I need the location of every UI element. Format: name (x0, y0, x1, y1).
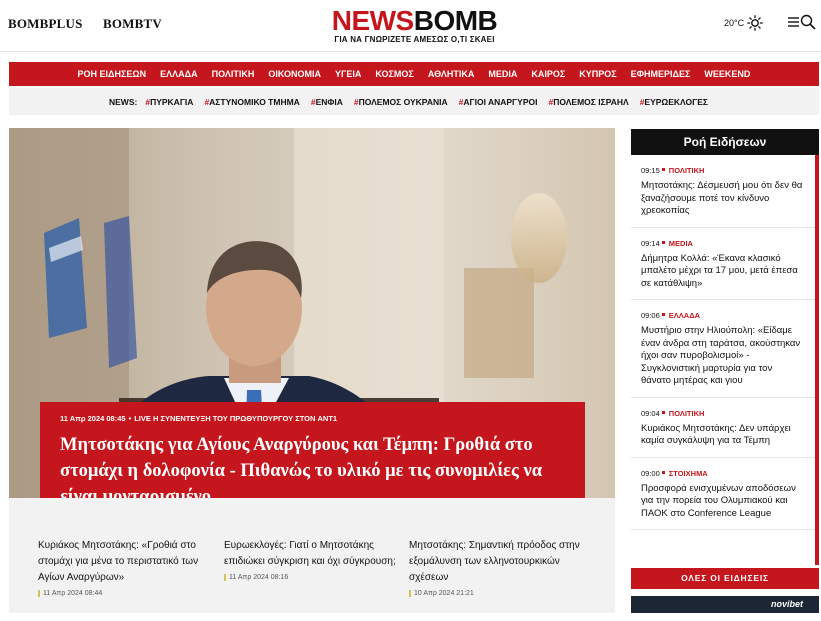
tag-link[interactable]: #ΕΥΡΩΕΚΛΟΓΕΣ (640, 97, 708, 107)
feed-time: 09:14 (641, 238, 660, 248)
logo-bomb: BOMB (413, 5, 498, 36)
logo-news: NEWS (331, 5, 415, 36)
sub-article-title[interactable]: Ευρωεκλογές: Γιατί ο Μητσοτάκης επιδιώκε… (224, 538, 399, 570)
feed-title[interactable]: Μυστήριο στην Ηλιούπολη: «Είδαμε έναν άν… (641, 325, 803, 388)
weather-widget[interactable]: 20°C (724, 15, 763, 31)
sub-article-date: 11 Απρ 2024 08:16 (224, 574, 399, 581)
news-feed-list[interactable]: 09:15 ΠΟΛΙΤΙΚΗ Μητσοτάκης: Δέσμευσή μου ό… (631, 155, 819, 565)
hamburger-icon[interactable] (788, 15, 800, 29)
feed-title[interactable]: Κυριάκος Μητσοτάκης: Δεν υπάρχει καμία σ… (641, 423, 803, 448)
feed-category[interactable]: ΠΟΛΙΤΙΚΗ (669, 409, 705, 418)
feed-time: 09:06 (641, 311, 660, 320)
tag-link[interactable]: #ΑΣΤΥΝΟΜΙΚΟ ΤΜΗΜΑ (204, 97, 299, 107)
tag-link[interactable]: #ΕΝΦΙΑ (311, 97, 343, 107)
feed-title[interactable]: Δήμητρα Κολλά: «Έκανα κλασικό μπαλέτο μέ… (641, 253, 803, 291)
tag-link[interactable]: #ΠΟΛΕΜΟΣ ΙΣΡΑΗΛ (548, 97, 628, 107)
hero-date: 11 Απρ 2024 08:45 (60, 414, 126, 423)
all-news-button[interactable]: ΟΛΕΣ ΟΙ ΕΙΔΗΣΕΙΣ (631, 568, 819, 589)
sub-article-title[interactable]: Κυριάκος Μητσοτάκης: «Γροθιά στο στομάχι… (38, 538, 213, 586)
site-tagline: ΓΙΑ ΝΑ ΓΝΩΡΙΖΕΤΕ ΑΜΕΣΩΣ Ο,ΤΙ ΣΚΑΕΙ (334, 35, 495, 44)
feed-category[interactable]: ΠΟΛΙΤΙΚΗ (669, 166, 705, 175)
ad-banner[interactable]: novibet (631, 596, 819, 613)
feed-title[interactable]: Μητσοτάκης: Δέσμευσή μου ότι δεν θα ξανα… (641, 180, 803, 218)
hero-meta: 11 Απρ 2024 08:45 • LIVE Η ΣΥΝΕΝΤΕΥΞΗ ΤΟΥ … (60, 414, 338, 423)
nav-item-kairos[interactable]: ΚΑΙΡΟΣ (524, 69, 572, 79)
feed-category[interactable]: ΕΛΛΑΔΑ (669, 311, 700, 320)
tag-link[interactable]: #ΠΟΛΕΜΟΣ ΟΥΚΡΑΝΙΑ (354, 97, 448, 107)
nav-item-athlitika[interactable]: ΑΘΛΗΤΙΚΑ (421, 69, 482, 79)
nav-item-kosmos[interactable]: ΚΟΣΜΟΣ (368, 69, 420, 79)
bombplus-link[interactable]: BOMBPLUS (8, 16, 83, 32)
menu-search-button[interactable] (788, 14, 816, 30)
nav-item-weekend[interactable]: WEEKEND (697, 69, 757, 79)
feed-time: 09:00 (641, 468, 660, 478)
tag-link[interactable]: #ΠΥΡΚΑΓΙΑ (145, 97, 193, 107)
sub-article[interactable]: Ευρωεκλογές: Γιατί ο Μητσοτάκης επιδιώκε… (224, 538, 399, 581)
sub-article-date: 10 Απρ 2024 21:21 (409, 590, 584, 597)
sub-article[interactable]: Μητσοτάκης: Σημαντική πρόοδος στην εξομά… (409, 538, 584, 597)
nav-item-politiki[interactable]: ΠΟΛΙΤΙΚΗ (205, 69, 262, 79)
feed-category[interactable]: MEDIA (669, 239, 693, 248)
temperature: 20°C (724, 18, 745, 28)
news-feed: Ροή Ειδήσεων 09:15 ΠΟΛΙΤΙΚΗ Μητσοτάκης: Δ… (631, 129, 819, 565)
feed-time: 09:15 (641, 166, 660, 175)
news-feed-heading: Ροή Ειδήσεων (631, 129, 819, 155)
trending-tags-bar: NEWS: #ΠΥΡΚΑΓΙΑ #ΑΣΤΥΝΟΜΙΚΟ ΤΜΗΜΑ #ΕΝΦΙΑ… (9, 88, 819, 115)
nav-item-efimerides[interactable]: ΕΦΗΜΕΡΙΔΕΣ (624, 69, 698, 79)
hero-label: LIVE Η ΣΥΝΕΝΤΕΥΞΗ ΤΟΥ ΠΡΩΘΥΠΟΥΡΓΟΥ ΣΤΟΝ … (134, 414, 338, 423)
feed-item[interactable]: 09:15 ΠΟΛΙΤΙΚΗ Μητσοτάκης: Δέσμευσή μου ό… (631, 155, 815, 228)
sub-article[interactable]: Κυριάκος Μητσοτάκης: «Γροθιά στο στομάχι… (38, 538, 213, 597)
sub-article-date: 11 Απρ 2024 08:44 (38, 590, 213, 597)
feed-title[interactable]: Προσφορά ενισχυμένων αποδόσεων για την π… (641, 483, 803, 521)
main-nav: ΡΟΗ ΕΙΔΗΣΕΩΝ ΕΛΛΑΔΑ ΠΟΛΙΤΙΚΗ ΟΙΚΟΝΟΜΙΑ Υ… (9, 62, 819, 86)
nav-item-ellada[interactable]: ΕΛΛΑΔΑ (153, 69, 204, 79)
nav-item-oikonomia[interactable]: ΟΙΚΟΝΟΜΙΑ (261, 69, 328, 79)
nav-item-kypros[interactable]: ΚΥΠΡΟΣ (572, 69, 623, 79)
nav-item-media[interactable]: MEDIA (481, 69, 524, 79)
tag-link[interactable]: #ΑΓΙΟΙ ΑΝΑΡΓΥΡΟΙ (459, 97, 538, 107)
nav-item-ygeia[interactable]: ΥΓΕΙΑ (328, 69, 368, 79)
feed-item[interactable]: 09:04 ΠΟΛΙΤΙΚΗ Κυριάκος Μητσοτάκης: Δεν υ… (631, 398, 815, 458)
sub-article-title[interactable]: Μητσοτάκης: Σημαντική πρόοδος στην εξομά… (409, 538, 584, 586)
search-icon[interactable] (800, 14, 816, 30)
feed-category[interactable]: ΣΤΟΙΧΗΜΑ (669, 469, 708, 478)
site-logo[interactable]: NEWSBOMB ΓΙΑ ΝΑ ΓΝΩΡΙΖΕΤΕ ΑΜΕΣΩΣ Ο,ΤΙ ΣΚ… (322, 5, 507, 45)
sun-icon (747, 15, 763, 31)
nav-item-roi[interactable]: ΡΟΗ ΕΙΔΗΣΕΩΝ (71, 69, 154, 79)
feed-item[interactable]: 09:14 MEDIA Δήμητρα Κολλά: «Έκανα κλασικό… (631, 228, 815, 300)
trending-label: NEWS: (108, 96, 138, 107)
feed-item[interactable]: 09:00 ΣΤΟΙΧΗΜΑ Προσφορά ενισχυμένων αποδό… (631, 458, 815, 530)
site-header: BOMBPLUS BOMBTV NEWSBOMB ΓΙΑ ΝΑ ΓΝΩΡΙΖΕΤ… (0, 0, 821, 52)
feed-time: 09:04 (641, 408, 660, 418)
bombtv-link[interactable]: BOMBTV (103, 16, 162, 32)
feed-item[interactable]: 09:06 ΕΛΛΑΔΑ Μυστήριο στην Ηλιούπολη: «Εί… (631, 300, 815, 398)
